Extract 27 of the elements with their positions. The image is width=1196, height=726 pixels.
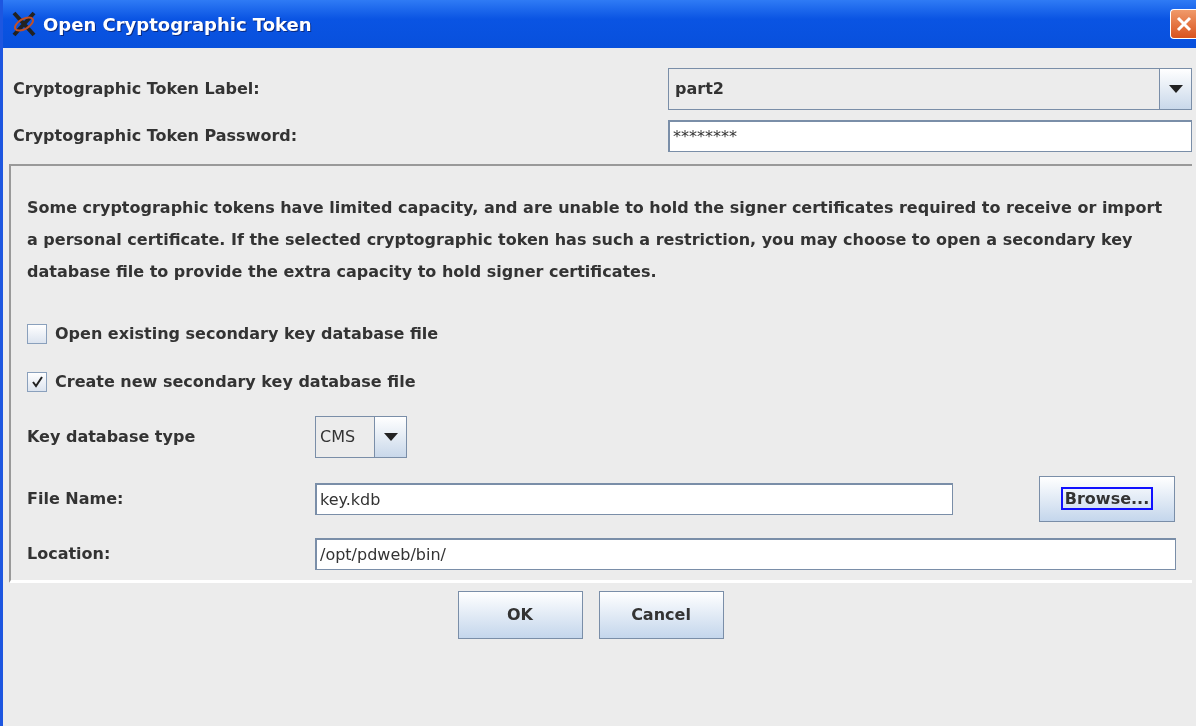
browse-button[interactable]: Browse... bbox=[1039, 476, 1175, 522]
file-name-field[interactable]: key.kdb bbox=[315, 483, 953, 515]
description-text: Some cryptographic tokens have limited capacity, and are unable to hold the signer certificates required to receive or import a personal certificate. If the selected cryptographic token has such a restriction, you may choose to open a secondary key database file to provide the extra capacity to hold signer certificates. bbox=[27, 197, 1164, 283]
close-icon bbox=[1175, 16, 1192, 32]
window-title: Open Cryptographic Token bbox=[43, 12, 312, 37]
checkmark-icon bbox=[31, 376, 43, 388]
app-icon bbox=[11, 11, 37, 37]
checkbox[interactable] bbox=[27, 372, 47, 392]
field-label: File Name: bbox=[27, 488, 125, 510]
token-label-dropdown[interactable]: part2 bbox=[668, 68, 1192, 110]
field-label: Key database type bbox=[27, 426, 197, 448]
cancel-button[interactable]: Cancel bbox=[598, 591, 724, 639]
checkbox-label[interactable]: Create new secondary key database file bbox=[55, 370, 416, 394]
caret-icon bbox=[383, 433, 398, 441]
database-type-dropdown[interactable]: CMS bbox=[315, 416, 407, 458]
password-field[interactable]: ******** bbox=[668, 120, 1192, 152]
close-button[interactable] bbox=[1170, 9, 1196, 39]
field-label: Cryptographic Token Label: bbox=[12, 78, 261, 100]
ok-button[interactable]: OK bbox=[457, 591, 583, 639]
field-label: Cryptographic Token Password: bbox=[12, 125, 299, 147]
location-field[interactable]: /opt/pdweb/bin/ bbox=[315, 538, 1176, 570]
dropdown-arrow-button[interactable] bbox=[374, 417, 406, 457]
dropdown-arrow-button[interactable] bbox=[1159, 69, 1191, 109]
checkbox[interactable] bbox=[27, 324, 47, 344]
field-label: Location: bbox=[27, 543, 112, 565]
caret-icon bbox=[1168, 85, 1183, 93]
checkbox-label[interactable]: Open existing secondary key database file bbox=[55, 322, 439, 346]
